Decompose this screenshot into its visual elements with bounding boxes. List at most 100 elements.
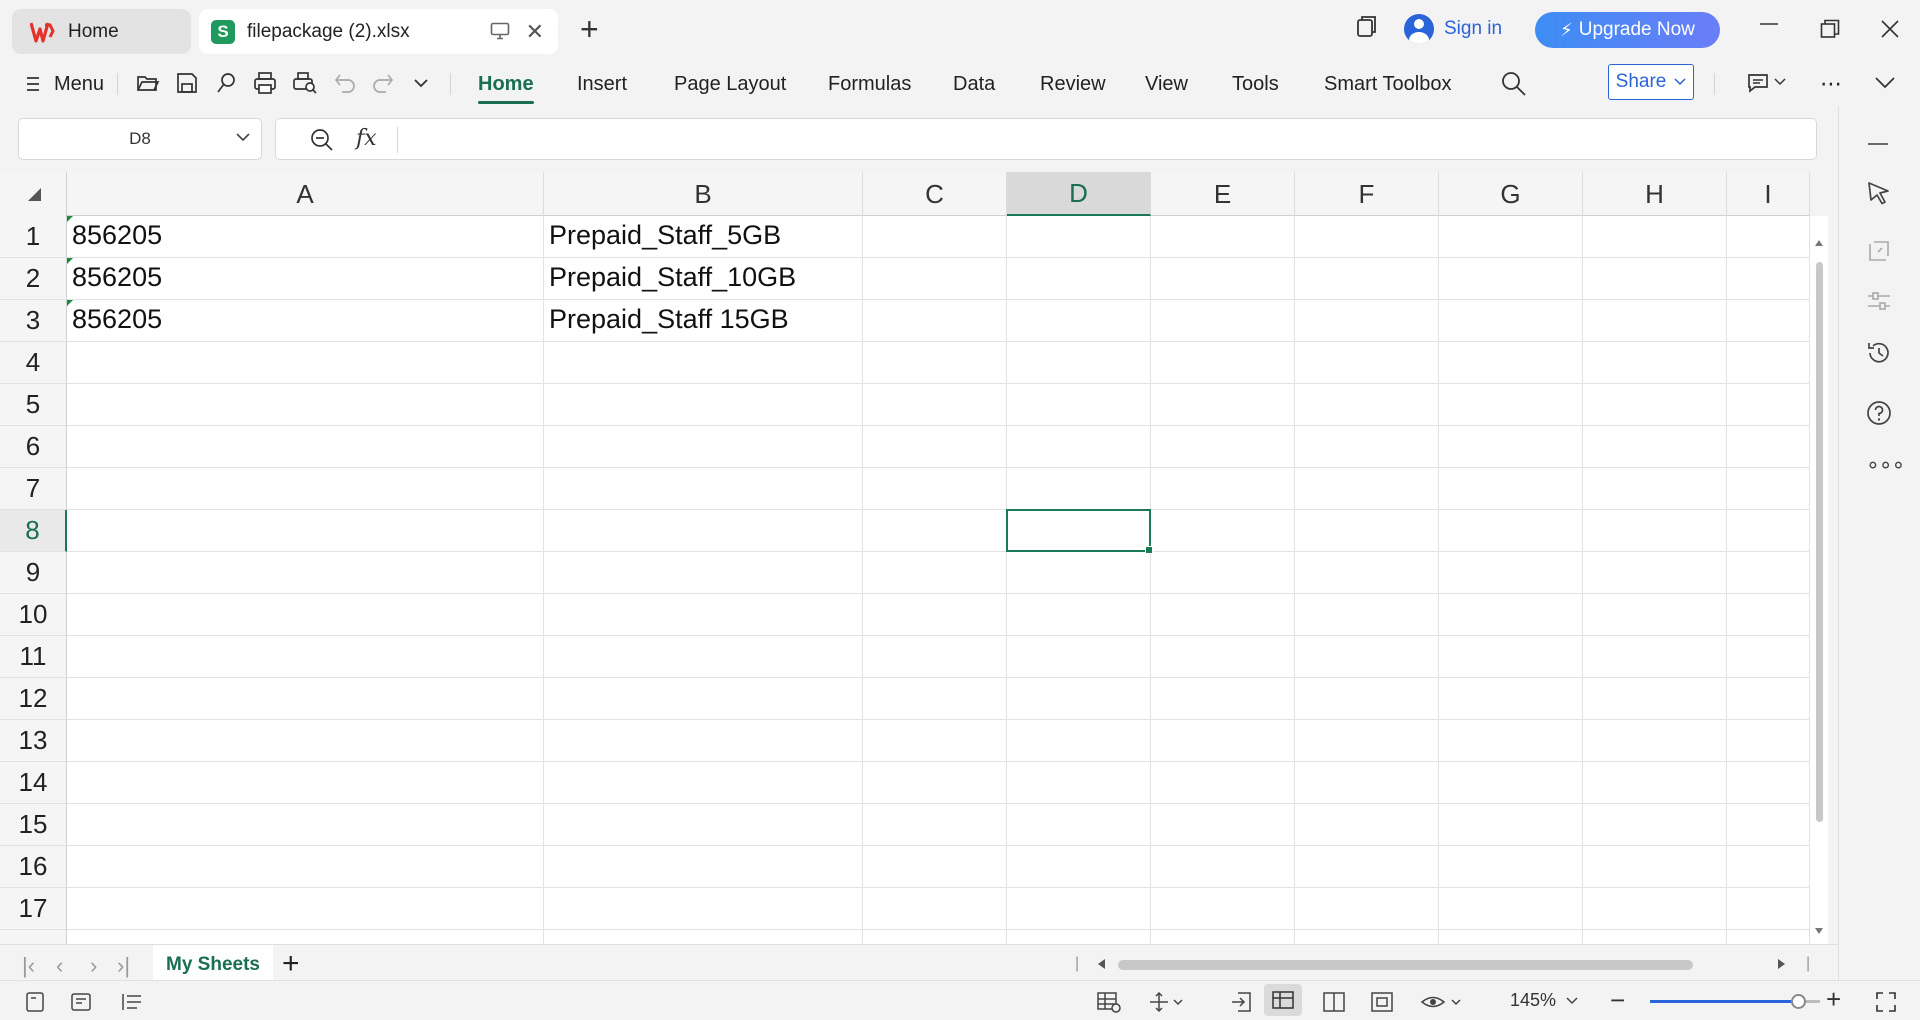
freeze-panes-icon[interactable]: [1148, 991, 1184, 1013]
print-icon[interactable]: [253, 71, 277, 95]
page-break-view-icon[interactable]: [1370, 991, 1394, 1013]
row-header-4[interactable]: 4: [0, 342, 67, 384]
zoom-search-icon[interactable]: [310, 128, 334, 152]
collapse-ribbon-icon[interactable]: [1874, 76, 1896, 90]
active-cell-selection[interactable]: [1006, 509, 1153, 554]
format-painter-icon[interactable]: [214, 71, 238, 95]
open-folder-icon[interactable]: [136, 71, 160, 95]
column-header-a[interactable]: A: [67, 172, 544, 216]
row-header-15[interactable]: 15: [0, 804, 67, 846]
cell-b1[interactable]: Prepaid_Staff_5GB: [549, 220, 781, 251]
history-icon[interactable]: [1866, 340, 1892, 366]
tab-view[interactable]: View: [1145, 62, 1188, 106]
chevron-down-icon[interactable]: [1566, 997, 1578, 1005]
tab-formulas[interactable]: Formulas: [828, 62, 911, 106]
save-icon[interactable]: [175, 71, 199, 95]
normal-view-button[interactable]: [1264, 984, 1302, 1016]
column-header-d[interactable]: D: [1007, 172, 1151, 216]
tab-insert[interactable]: Insert: [577, 62, 627, 106]
close-tab-icon[interactable]: ✕: [526, 19, 544, 45]
row-header-6[interactable]: 6: [0, 426, 67, 468]
row-header-5[interactable]: 5: [0, 384, 67, 426]
row-header-1[interactable]: 1: [0, 216, 67, 258]
row-header-17[interactable]: 17: [0, 888, 67, 930]
column-header-f[interactable]: F: [1295, 172, 1439, 216]
tab-page-layout[interactable]: Page Layout: [674, 62, 786, 106]
menu-button[interactable]: Menu: [26, 62, 104, 106]
row-header-9[interactable]: 9: [0, 552, 67, 594]
vertical-scrollbar[interactable]: [1810, 216, 1828, 944]
scroll-left-icon[interactable]: [1098, 959, 1105, 969]
eye-icon[interactable]: [1420, 991, 1464, 1013]
sign-in-button[interactable]: Sign in: [1404, 14, 1502, 44]
select-cursor-icon[interactable]: [1866, 180, 1892, 206]
insert-page-icon[interactable]: [1230, 991, 1254, 1013]
formula-bar[interactable]: fx: [275, 118, 1817, 160]
minimize-icon[interactable]: [1760, 22, 1778, 26]
transform-icon[interactable]: [1866, 238, 1892, 264]
select-all-corner[interactable]: [0, 172, 67, 216]
split-handle[interactable]: |: [1806, 955, 1810, 973]
table-settings-icon[interactable]: [1096, 991, 1122, 1013]
name-box[interactable]: D8: [18, 118, 262, 160]
restore-icon[interactable]: [1820, 19, 1840, 39]
sliders-icon[interactable]: [1866, 290, 1892, 312]
row-header-16[interactable]: 16: [0, 846, 67, 888]
chevron-down-icon[interactable]: [1774, 78, 1786, 86]
tab-tools[interactable]: Tools: [1232, 62, 1279, 106]
share-button[interactable]: Share: [1608, 64, 1694, 100]
split-handle[interactable]: |: [1075, 955, 1079, 973]
collapse-panel-icon[interactable]: [1866, 142, 1890, 146]
column-header-g[interactable]: G: [1439, 172, 1583, 216]
spreadsheet-grid[interactable]: ABCDEFGHI 1 2 3 4 5 6 7 8 9 10 11 12 13 14 15 16 17 85620…: [0, 172, 1810, 944]
column-header-h[interactable]: H: [1583, 172, 1727, 216]
page-icon[interactable]: [24, 991, 46, 1013]
row-header-7[interactable]: 7: [0, 468, 67, 510]
window-layout-icon[interactable]: [1356, 14, 1378, 38]
tab-file[interactable]: S filepackage (2).xlsx ✕: [199, 9, 558, 54]
add-sheet-button[interactable]: +: [282, 947, 300, 981]
cell-b2[interactable]: Prepaid_Staff_10GB: [549, 262, 796, 293]
monitor-icon[interactable]: [490, 22, 510, 40]
row-header-11[interactable]: 11: [0, 636, 67, 678]
sheet-tab-my-sheets[interactable]: My Sheets: [153, 945, 273, 985]
more-options-icon[interactable]: ∘∘∘: [1866, 452, 1905, 478]
tab-data[interactable]: Data: [953, 62, 995, 106]
upgrade-now-button[interactable]: ⚡ Upgrade Now: [1535, 12, 1720, 48]
column-header-i[interactable]: I: [1727, 172, 1810, 216]
new-tab-button[interactable]: +: [580, 13, 599, 45]
more-options-icon[interactable]: ⋯: [1820, 62, 1842, 106]
page-layout-view-icon[interactable]: [1322, 991, 1346, 1013]
tab-home[interactable]: Home: [12, 9, 191, 54]
print-preview-icon[interactable]: [292, 71, 318, 95]
column-header-b[interactable]: B: [544, 172, 863, 216]
chevron-down-icon[interactable]: [235, 131, 251, 143]
scroll-right-icon[interactable]: [1778, 959, 1785, 969]
undo-icon[interactable]: [334, 71, 356, 95]
cell-a3[interactable]: 856205: [72, 304, 162, 335]
zoom-in-button[interactable]: +: [1826, 984, 1841, 1015]
cell-a1[interactable]: 856205: [72, 220, 162, 251]
cell-a2[interactable]: 856205: [72, 262, 162, 293]
row-header-2[interactable]: 2: [0, 258, 67, 300]
tab-home-ribbon[interactable]: Home: [478, 62, 534, 106]
zoom-slider[interactable]: [1650, 994, 1820, 1009]
zoom-out-button[interactable]: −: [1610, 985, 1625, 1016]
cell-b3[interactable]: Prepaid_Staff 15GB: [549, 304, 789, 335]
redo-icon[interactable]: [372, 71, 394, 95]
function-icon[interactable]: fx: [356, 126, 377, 151]
scroll-up-icon[interactable]: [1815, 240, 1823, 246]
row-header-8[interactable]: 8: [0, 510, 67, 552]
chevron-down-icon[interactable]: [413, 77, 429, 89]
last-sheet-icon[interactable]: ›|: [117, 953, 130, 979]
row-header-13[interactable]: 13: [0, 720, 67, 762]
row-header-14[interactable]: 14: [0, 762, 67, 804]
vertical-scroll-thumb[interactable]: [1816, 262, 1823, 822]
list-view-icon[interactable]: [120, 991, 144, 1013]
next-sheet-icon[interactable]: ›: [90, 953, 97, 979]
tab-review[interactable]: Review: [1040, 62, 1106, 106]
column-header-e[interactable]: E: [1151, 172, 1295, 216]
fullscreen-icon[interactable]: [1875, 991, 1897, 1013]
tab-smart-toolbox[interactable]: Smart Toolbox: [1324, 62, 1451, 106]
help-icon[interactable]: [1866, 400, 1892, 426]
